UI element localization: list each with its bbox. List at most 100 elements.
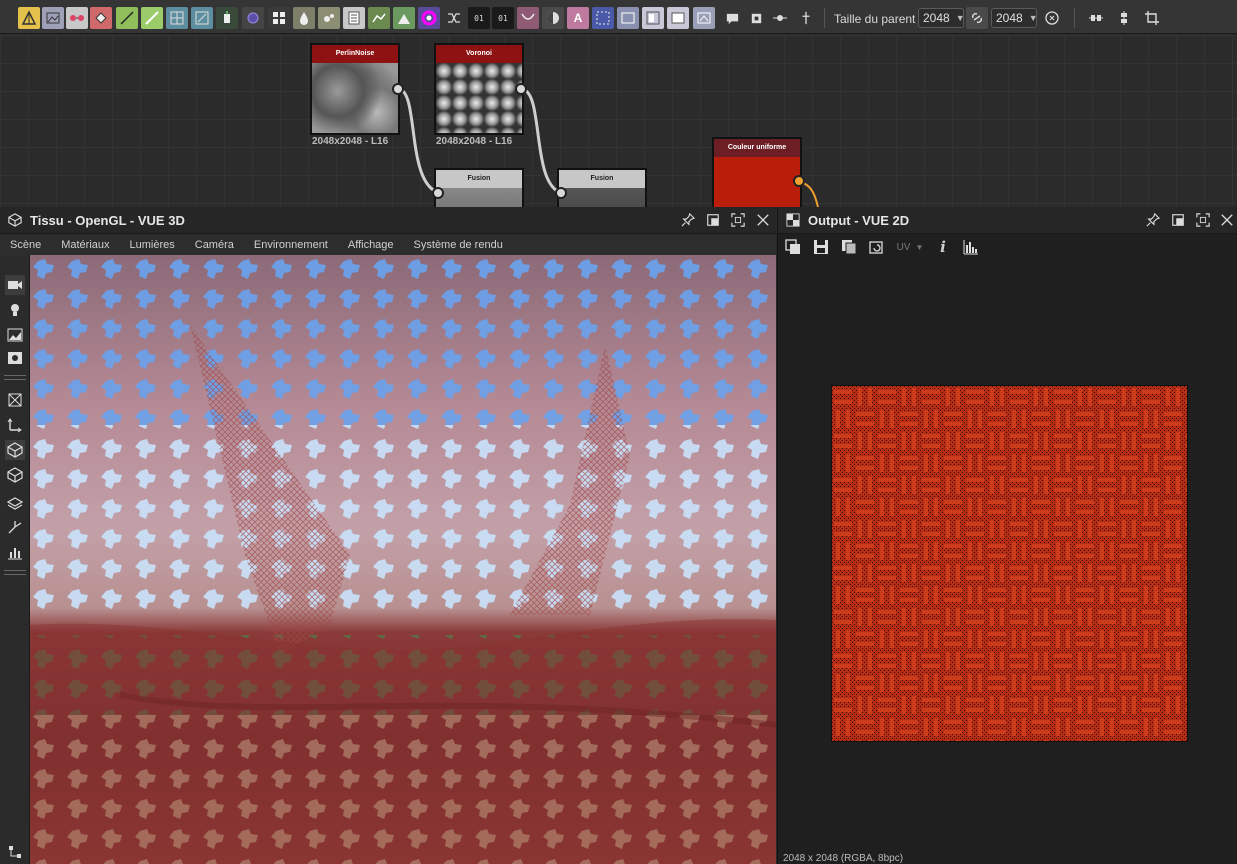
gradient-map-icon[interactable] xyxy=(141,7,163,29)
output-port[interactable] xyxy=(515,83,527,95)
stats-icon[interactable] xyxy=(5,542,25,562)
close-icon[interactable] xyxy=(1220,213,1234,227)
align-v-icon[interactable] xyxy=(1114,7,1134,29)
render-settings-icon[interactable] xyxy=(5,348,25,368)
uv-dropdown[interactable]: UV ▼ xyxy=(894,237,926,257)
save-icon[interactable] xyxy=(810,237,832,257)
noise-01-icon[interactable]: 01 xyxy=(468,7,490,29)
uv-label: UV xyxy=(896,241,911,253)
splatter-icon[interactable] xyxy=(318,7,340,29)
maximize-icon[interactable] xyxy=(731,213,745,227)
shuffle-icon[interactable] xyxy=(444,7,464,29)
tile-icon[interactable] xyxy=(268,7,290,29)
drop-icon[interactable] xyxy=(293,7,315,29)
height-select[interactable]: 2048 ▼ xyxy=(991,8,1038,28)
height-value: 2048 xyxy=(996,11,1023,25)
panel3d-title: Tissu - OpenGL - VUE 3D xyxy=(30,212,185,228)
voronoi-node[interactable]: Voronoi xyxy=(434,43,524,135)
warp-icon[interactable] xyxy=(166,7,188,29)
pattern-icon[interactable] xyxy=(343,7,365,29)
toolbar-separator xyxy=(824,8,825,28)
pin-node-icon[interactable] xyxy=(796,7,816,29)
frame4-icon[interactable] xyxy=(667,7,689,29)
frame5-icon[interactable] xyxy=(693,7,715,29)
perlin-noise-node[interactable]: PerlinNoise xyxy=(310,43,400,135)
text-icon[interactable]: A xyxy=(567,7,589,29)
hierarchy-icon[interactable] xyxy=(5,842,25,862)
perlin-noise-caption: 2048x2048 - L16 xyxy=(312,136,389,147)
fusion-thumbnail xyxy=(436,188,522,207)
node-graph[interactable]: PerlinNoise 2048x2048 - L16 Voronoi 2048… xyxy=(0,35,1237,207)
fusion-thumbnail xyxy=(559,188,645,207)
shape-icon[interactable] xyxy=(242,7,264,29)
blend-icon[interactable] xyxy=(66,7,88,29)
image-icon[interactable] xyxy=(42,7,64,29)
info-icon[interactable]: i xyxy=(932,237,954,257)
crop-icon[interactable] xyxy=(1142,7,1162,29)
output-texture-preview[interactable] xyxy=(831,385,1188,742)
output-port[interactable] xyxy=(392,83,404,95)
cube-shape-icon[interactable] xyxy=(5,440,25,460)
gradient-icon[interactable] xyxy=(116,7,138,29)
perspective-icon[interactable] xyxy=(5,390,25,410)
fill-icon[interactable] xyxy=(90,7,112,29)
histogram-icon[interactable] xyxy=(393,7,415,29)
align-h-icon[interactable] xyxy=(1086,7,1106,29)
menu-environment[interactable]: Environnement xyxy=(254,239,328,251)
uniform-color-node[interactable]: Couleur uniforme xyxy=(712,137,802,207)
camera-icon[interactable] xyxy=(5,275,25,295)
menu-camera[interactable]: Caméra xyxy=(195,239,234,251)
menu-render-system[interactable]: Système de rendu xyxy=(414,239,503,251)
restore-icon[interactable] xyxy=(1171,213,1185,227)
contrast-icon[interactable] xyxy=(542,7,564,29)
chevron-down-icon: ▼ xyxy=(915,242,924,252)
node-title: Fusion xyxy=(436,170,522,188)
width-select[interactable]: 2048 ▼ xyxy=(918,8,965,28)
viewport-tool-strip xyxy=(0,255,30,864)
input-port[interactable] xyxy=(432,187,444,199)
histogram-icon[interactable] xyxy=(960,237,982,257)
wireframe-cube-icon[interactable] xyxy=(5,465,25,485)
levels-icon[interactable] xyxy=(216,7,238,29)
environment-icon[interactable] xyxy=(5,325,25,345)
frame2-icon[interactable] xyxy=(617,7,639,29)
normal-icon[interactable] xyxy=(5,517,25,537)
distance-icon[interactable] xyxy=(368,7,390,29)
link-icon[interactable] xyxy=(966,7,988,29)
input-port[interactable] xyxy=(555,187,567,199)
pin-icon[interactable] xyxy=(1146,212,1161,227)
light-bulb-icon[interactable] xyxy=(5,300,25,320)
close-icon[interactable] xyxy=(756,213,770,227)
output-port[interactable] xyxy=(793,175,805,187)
plane-icon[interactable] xyxy=(5,493,25,513)
link-node-icon[interactable] xyxy=(746,7,766,29)
chevron-down-icon: ▼ xyxy=(955,13,965,23)
copy-icon[interactable] xyxy=(838,237,860,257)
noise-01b-icon[interactable]: 01 xyxy=(492,7,514,29)
fusion-node[interactable]: Fusion xyxy=(434,168,524,207)
frame-icon[interactable] xyxy=(592,7,614,29)
viewport-3d[interactable] xyxy=(30,255,776,864)
dot-node-icon[interactable] xyxy=(770,7,790,29)
fit-view-icon[interactable] xyxy=(782,237,804,257)
comment-icon[interactable] xyxy=(722,7,742,29)
pin-icon[interactable] xyxy=(681,212,696,227)
axis-icon[interactable] xyxy=(5,415,25,435)
menu-scene[interactable]: Scène xyxy=(10,239,41,251)
panel2d-title: Output - VUE 2D xyxy=(808,212,910,228)
color-wheel-icon[interactable] xyxy=(418,7,440,29)
menu-materials[interactable]: Matériaux xyxy=(61,239,109,251)
refresh-icon[interactable] xyxy=(866,237,888,257)
transform-icon[interactable] xyxy=(191,7,213,29)
fusion-node[interactable]: Fusion xyxy=(557,168,647,207)
panel2d-header: Output - VUE 2D xyxy=(778,207,1237,234)
menu-display[interactable]: Affichage xyxy=(348,239,394,251)
mesh-icon[interactable] xyxy=(517,7,539,29)
frame3-icon[interactable] xyxy=(642,7,664,29)
reset-icon[interactable] xyxy=(1042,7,1062,29)
restore-icon[interactable] xyxy=(706,213,720,227)
menu-lights[interactable]: Lumières xyxy=(130,239,175,251)
curve-icon[interactable] xyxy=(18,7,40,29)
maximize-icon[interactable] xyxy=(1196,213,1210,227)
node-title: Couleur uniforme xyxy=(714,139,800,157)
